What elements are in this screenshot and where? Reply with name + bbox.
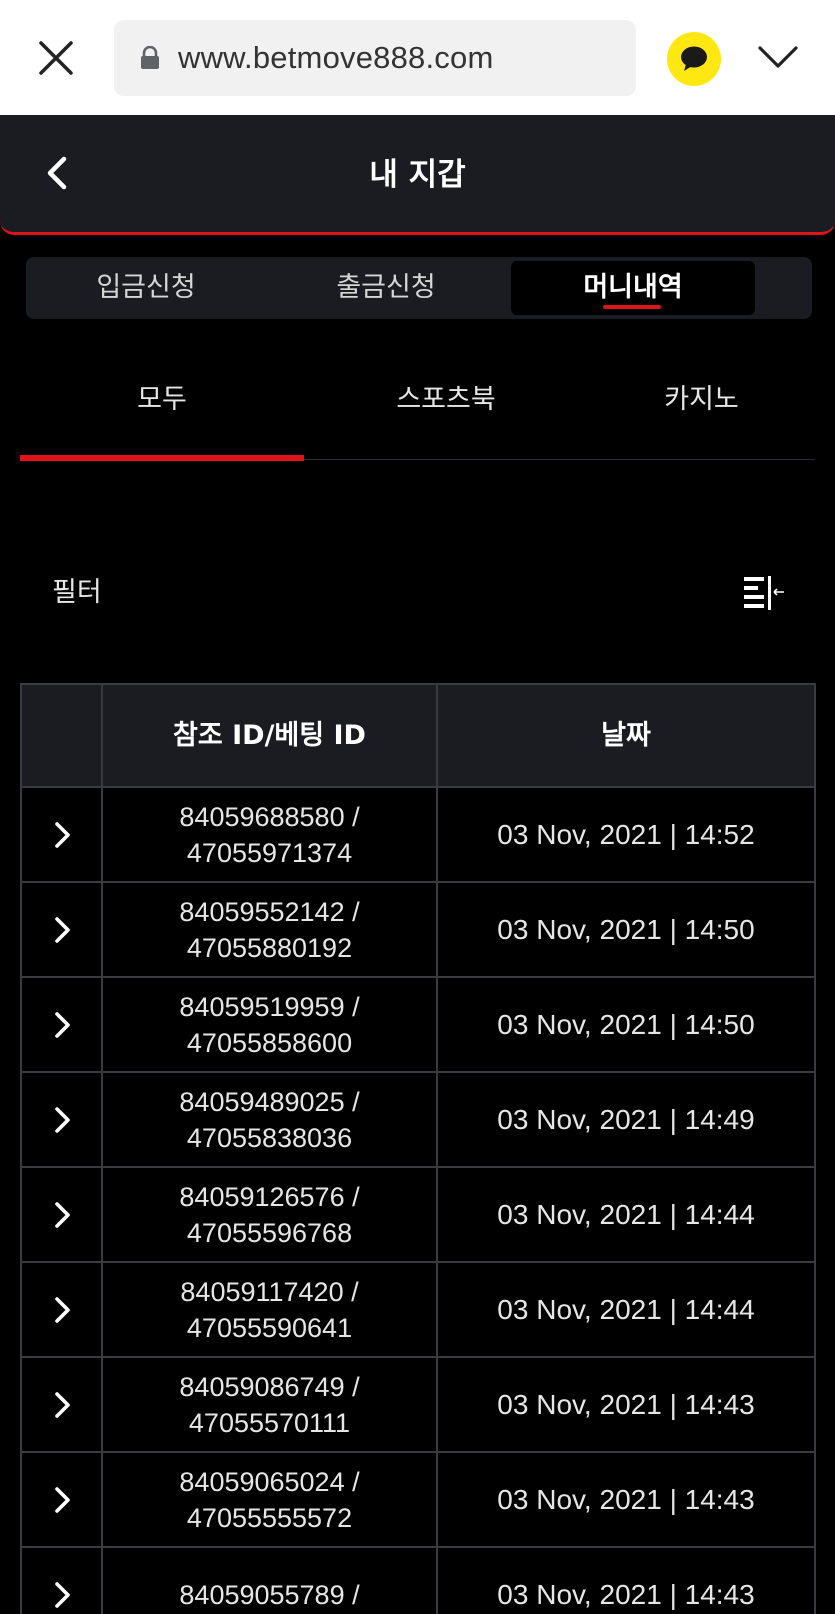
date-cell: 03 Nov, 2021 | 14:44 xyxy=(497,1293,755,1325)
reference-id-cell: 84059065024 / 47055555572 xyxy=(103,1453,438,1546)
date-cell: 03 Nov, 2021 | 14:44 xyxy=(497,1198,755,1230)
reference-id-cell: 84059117420 / 47055590641 xyxy=(103,1263,438,1356)
date-cell: 03 Nov, 2021 | 14:50 xyxy=(497,913,755,945)
browser-bar: www.betmove888.com xyxy=(0,0,835,115)
chevron-right-icon xyxy=(54,1581,70,1608)
kakaotalk-button[interactable] xyxy=(667,32,721,86)
reference-id-cell: 84059055789 / xyxy=(103,1548,438,1614)
tab-money-history-label: 머니내역 xyxy=(583,272,683,303)
money-history-table: 참조 ID/베팅 ID 날짜 84059688580 / 47055971374 0… xyxy=(20,683,816,1614)
bet-id: 47055880192 xyxy=(186,932,353,963)
bet-id: 47055555572 xyxy=(186,1502,353,1533)
chevron-right-icon xyxy=(54,1011,70,1038)
table-row[interactable]: 84059519959 / 47055858600 03 Nov, 2021 | 1… xyxy=(22,978,814,1073)
app-header: 내 지갑 xyxy=(0,115,835,235)
reference-id: 84059688580 / xyxy=(179,801,360,832)
tab-money-history[interactable]: 머니내역 xyxy=(511,261,755,315)
reference-id: 84059117420 / xyxy=(180,1276,359,1307)
reference-id: 84059065024 / xyxy=(179,1466,360,1497)
chevron-right-icon xyxy=(54,1296,70,1323)
chevron-right-icon xyxy=(54,1486,70,1513)
table-row[interactable]: 84059055789 / 03 Nov, 2021 | 14:43 xyxy=(22,1548,814,1614)
table-row[interactable]: 84059117420 / 47055590641 03 Nov, 2021 | 1… xyxy=(22,1263,814,1358)
reference-id-cell: 84059086749 / 47055570111 xyxy=(103,1358,438,1451)
row-expand-button[interactable] xyxy=(22,1358,103,1451)
table-row[interactable]: 84059126576 / 47055596768 03 Nov, 2021 | 1… xyxy=(22,1168,814,1263)
lock-icon xyxy=(141,46,159,69)
date-cell: 03 Nov, 2021 | 14:52 xyxy=(497,818,755,850)
category-tabs: 모두 스포츠북 카지노 xyxy=(20,350,815,461)
date-cell: 03 Nov, 2021 | 14:43 xyxy=(497,1578,755,1610)
close-icon xyxy=(39,41,73,75)
date-cell: 03 Nov, 2021 | 14:43 xyxy=(497,1388,755,1420)
tab-deposit-request[interactable]: 입금신청 xyxy=(26,261,266,315)
reference-id-cell: 84059519959 / 47055858600 xyxy=(103,978,438,1071)
chevron-down-icon xyxy=(758,46,798,68)
reference-id: 84059126576 / xyxy=(179,1181,360,1212)
header-expand xyxy=(22,685,103,786)
row-expand-button[interactable] xyxy=(22,1168,103,1261)
date-cell: 03 Nov, 2021 | 14:49 xyxy=(497,1103,755,1135)
active-tab-indicator xyxy=(603,305,661,309)
chevron-right-icon xyxy=(54,821,70,848)
table-row[interactable]: 84059086749 / 47055570111 03 Nov, 2021 | 1… xyxy=(22,1358,814,1453)
date-cell: 03 Nov, 2021 | 14:50 xyxy=(497,1008,755,1040)
table-body: 84059688580 / 47055971374 03 Nov, 2021 | 1… xyxy=(22,788,814,1614)
date-cell: 03 Nov, 2021 | 14:43 xyxy=(497,1483,755,1515)
tab-all[interactable]: 모두 xyxy=(20,350,304,450)
row-expand-button[interactable] xyxy=(22,1548,103,1614)
filter-toggle-button[interactable] xyxy=(742,574,786,612)
tab-casino[interactable]: 카지노 xyxy=(588,350,815,450)
bet-id: 47055596768 xyxy=(186,1217,353,1248)
table-row[interactable]: 84059688580 / 47055971374 03 Nov, 2021 | 1… xyxy=(22,788,814,883)
row-expand-button[interactable] xyxy=(22,883,103,976)
bet-id: 47055590641 xyxy=(186,1312,353,1343)
table-row[interactable]: 84059552142 / 47055880192 03 Nov, 2021 | 1… xyxy=(22,883,814,978)
bet-id: 47055971374 xyxy=(186,837,353,868)
filter-collapse-icon xyxy=(744,576,784,610)
kakaotalk-icon xyxy=(681,46,707,71)
reference-id: 84059552142 / xyxy=(179,896,360,927)
reference-id: 84059489025 / xyxy=(179,1086,360,1117)
chevron-right-icon xyxy=(54,916,70,943)
table-header: 참조 ID/베팅 ID 날짜 xyxy=(22,685,814,788)
wallet-segment-tabs: 입금신청 출금신청 머니내역 xyxy=(26,257,812,319)
table-row[interactable]: 84059489025 / 47055838036 03 Nov, 2021 | 1… xyxy=(22,1073,814,1168)
row-expand-button[interactable] xyxy=(22,978,103,1071)
row-expand-button[interactable] xyxy=(22,788,103,881)
bet-id: 47055858600 xyxy=(186,1027,353,1058)
header-reference-id: 참조 ID/베팅 ID xyxy=(103,685,438,786)
menu-toggle-button[interactable] xyxy=(756,42,800,72)
bet-id: 47055570111 xyxy=(188,1407,351,1438)
reference-id-cell: 84059489025 / 47055838036 xyxy=(103,1073,438,1166)
reference-id: 84059055789 / xyxy=(179,1579,360,1610)
row-expand-button[interactable] xyxy=(22,1073,103,1166)
tab-sportsbook[interactable]: 스포츠북 xyxy=(304,350,588,450)
reference-id-cell: 84059126576 / 47055596768 xyxy=(103,1168,438,1261)
url-text: www.betmove888.com xyxy=(178,40,494,75)
tab-withdraw-request[interactable]: 출금신청 xyxy=(266,261,506,315)
close-button[interactable] xyxy=(34,36,78,80)
chevron-right-icon xyxy=(54,1106,70,1133)
chevron-right-icon xyxy=(54,1201,70,1228)
page-title: 내 지갑 xyxy=(369,157,466,193)
header-date: 날짜 xyxy=(601,720,651,751)
row-expand-button[interactable] xyxy=(22,1453,103,1546)
reference-id: 84059519959 / xyxy=(179,991,360,1022)
row-expand-button[interactable] xyxy=(22,1263,103,1356)
reference-id-cell: 84059688580 / 47055971374 xyxy=(103,788,438,881)
table-row[interactable]: 84059065024 / 47055555572 03 Nov, 2021 | 1… xyxy=(22,1453,814,1548)
bet-id: 47055838036 xyxy=(186,1122,353,1153)
filter-label: 필터 xyxy=(52,577,102,608)
chevron-right-icon xyxy=(54,1391,70,1418)
reference-id: 84059086749 / xyxy=(179,1371,360,1402)
address-bar[interactable]: www.betmove888.com xyxy=(114,20,636,96)
reference-id-cell: 84059552142 / 47055880192 xyxy=(103,883,438,976)
active-category-indicator xyxy=(20,455,304,461)
